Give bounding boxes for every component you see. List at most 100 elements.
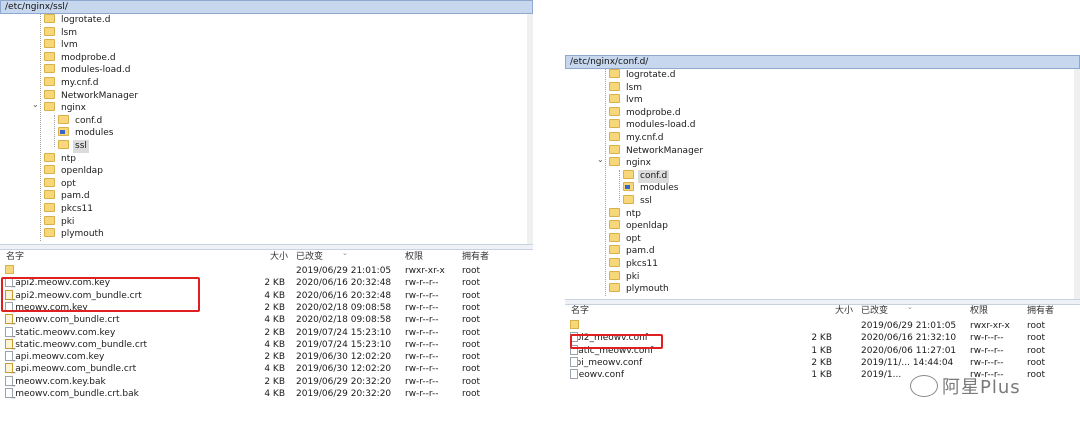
tree-item[interactable]: logrotate.d <box>44 14 112 27</box>
tree-item[interactable]: pki <box>44 215 76 229</box>
folder-icon <box>609 69 620 78</box>
tree-item-label: modprobe.d <box>61 52 116 63</box>
tree-scrollbar[interactable] <box>1074 69 1080 299</box>
column-modified[interactable]: 已改变 <box>296 250 323 264</box>
file-owner: root <box>1027 370 1046 381</box>
file-name-cell: 2_api.meowv.com.key <box>5 351 104 364</box>
tree-item[interactable]: openldap <box>44 165 105 178</box>
folder-icon <box>609 258 620 267</box>
column-name[interactable]: 名字 <box>571 304 589 318</box>
tree-item[interactable]: modules-load.d <box>609 119 697 132</box>
file-permissions: rwxr-xr-x <box>405 266 445 276</box>
folder-icon <box>609 94 620 104</box>
tree-item[interactable]: my.cnf.d <box>609 132 665 145</box>
right-panel: /etc/nginx/conf.d/ logrotate.d lsm lvm modp… <box>565 55 1080 407</box>
column-size[interactable]: 大小 <box>270 250 288 264</box>
tree-item[interactable]: pkcs11 <box>609 258 660 271</box>
column-owner[interactable]: 拥有者 <box>462 250 489 264</box>
tree-item[interactable]: ntp <box>609 207 643 221</box>
tree-item-label: pam.d <box>626 246 655 257</box>
file-permissions: rw-r--r-- <box>970 333 1004 344</box>
file-name: 2_meowv.com.key.bak <box>5 376 106 387</box>
tree-item[interactable]: pam.d <box>609 245 657 258</box>
tree-item[interactable]: nginx <box>44 102 88 115</box>
file-size: 2 KB <box>811 357 832 368</box>
table-row[interactable]: 1_api.meowv.com_bundle.crt 4 KB 2019/06/30… <box>0 363 533 376</box>
tree-item[interactable]: modules-load.d <box>44 64 132 77</box>
tree-item-label: pki <box>61 216 75 227</box>
tree-item[interactable]: plymouth <box>44 228 106 241</box>
table-row[interactable]: 2_api.meowv.com.key 2 KB 2019/06/30 12:02:… <box>0 351 533 364</box>
expand-chevron-icon[interactable]: ⌄ <box>32 100 39 109</box>
tree-item[interactable]: plymouth <box>609 283 671 296</box>
tree-item[interactable]: nginx <box>609 157 653 170</box>
tree-item[interactable]: conf.d <box>58 114 104 128</box>
tree-item-label: modules-load.d <box>626 120 696 131</box>
directory-tree: logrotate.d lsm lvm modprobe.d modules-load.… <box>565 69 1080 299</box>
file-size: 4 KB <box>264 290 285 301</box>
path-bar[interactable]: /etc/nginx/ssl/ <box>0 0 533 14</box>
tree-item[interactable]: opt <box>609 232 643 246</box>
file-size: 4 KB <box>264 389 285 399</box>
tree-item-label: lsm <box>61 27 77 38</box>
tree-item[interactable]: lvm <box>609 94 645 107</box>
tree-item[interactable]: lvm <box>44 39 80 52</box>
table-row[interactable]: 1_meowv.com_bundle.crt.bak 4 KB 2019/06/29… <box>0 388 533 401</box>
table-row[interactable]: api_meowv.conf 2 KB 2019/11/... 14:44:04 rw… <box>565 356 1080 370</box>
table-row[interactable]: 2_static.meowv.com.key 2 KB 2019/07/24 15:… <box>0 326 533 340</box>
tree-item-label: ntp <box>626 208 641 219</box>
tree-item[interactable]: lsm <box>609 81 644 95</box>
file-owner: root <box>462 327 481 338</box>
file-icon <box>570 356 578 367</box>
tree-item[interactable]: modprobe.d <box>44 51 118 65</box>
tree-item-label: pki <box>626 271 640 282</box>
column-perm[interactable]: 权限 <box>970 304 988 318</box>
file-name-cell: 1_meowv.com_bundle.crt.bak <box>5 388 139 401</box>
tree-scrollbar[interactable] <box>527 14 533 244</box>
tree-item[interactable]: ntp <box>44 152 78 166</box>
expand-chevron-icon[interactable]: ⌄ <box>597 155 604 164</box>
tree-item[interactable]: conf.d <box>623 169 670 183</box>
tree-item-label: NetworkManager <box>61 90 139 101</box>
tree-item[interactable]: modules <box>58 127 115 140</box>
column-owner[interactable]: 拥有者 <box>1027 304 1054 318</box>
tree-item[interactable]: ssl <box>623 195 654 208</box>
tree-item-label: openldap <box>626 221 668 232</box>
sort-indicator: ⌄ <box>342 249 348 257</box>
tree-item[interactable]: NetworkManager <box>44 89 140 103</box>
column-size[interactable]: 大小 <box>835 304 853 318</box>
tree-item-label: opt <box>626 233 641 244</box>
column-modified[interactable]: 已改变 <box>861 304 888 318</box>
tree-item[interactable]: modprobe.d <box>609 106 683 120</box>
tree-item[interactable]: opt <box>44 177 78 191</box>
tree-item[interactable]: pam.d <box>44 190 92 203</box>
path-bar[interactable]: /etc/nginx/conf.d/ <box>565 55 1080 69</box>
file-name: 1_static.meowv.com_bundle.crt <box>5 339 148 350</box>
tree-item-label: ntp <box>61 153 76 164</box>
tree-item[interactable]: logrotate.d <box>609 69 677 82</box>
table-row[interactable]: 1_meowv.com_bundle.crt 4 KB 2020/02/18 09:… <box>0 314 533 327</box>
column-name[interactable]: 名字 <box>6 250 24 264</box>
tree-item[interactable]: pki <box>609 270 641 284</box>
tree-item[interactable]: pkcs11 <box>44 203 95 216</box>
tree-item[interactable]: my.cnf.d <box>44 77 100 90</box>
file-permissions: rw-r--r-- <box>405 352 439 363</box>
column-perm[interactable]: 权限 <box>405 250 423 264</box>
file-permissions: rw-r--r-- <box>405 364 439 375</box>
tree-item-label: nginx <box>626 158 651 169</box>
tree-item[interactable]: openldap <box>609 220 670 233</box>
file-permissions: rw-r--r-- <box>405 290 439 301</box>
table-row[interactable]: 2_meowv.com.key.bak 2 KB 2019/06/29 20:32:… <box>0 375 533 389</box>
tree-item[interactable]: lsm <box>44 26 79 40</box>
folder-icon <box>44 177 55 187</box>
file-name: 1_api.meowv.com_bundle.crt <box>5 364 137 375</box>
tree-item[interactable]: modules <box>623 182 680 195</box>
file-name: meowv.conf <box>570 370 624 381</box>
table-row[interactable]: .. 2019/06/29 21:01:05 rwxr-xr-x root <box>565 320 1080 333</box>
tree-item[interactable]: ssl <box>58 140 89 153</box>
table-row[interactable]: 1_static.meowv.com_bundle.crt 4 KB 2019/07… <box>0 338 533 352</box>
tree-item-label: opt <box>61 178 76 189</box>
folder-icon <box>609 119 620 129</box>
file-permissions: rw-r--r-- <box>405 327 439 338</box>
tree-item[interactable]: NetworkManager <box>609 144 705 158</box>
